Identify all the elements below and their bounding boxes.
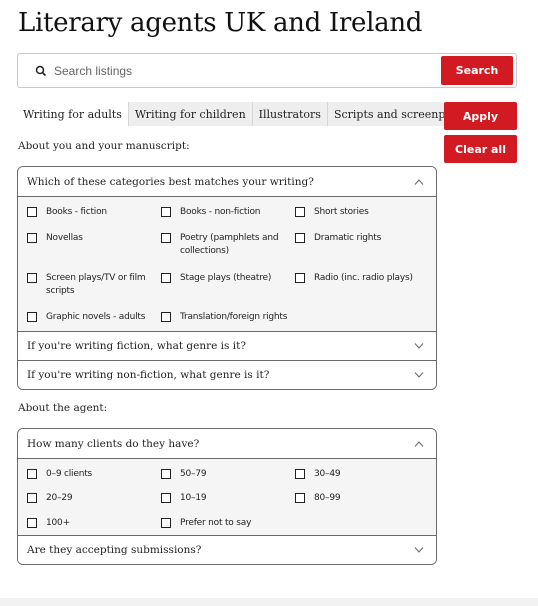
option-label: 20–29	[46, 493, 73, 504]
option-graphic-novels[interactable]: Graphic novels - adults	[27, 311, 161, 331]
option-label: Translation/foreign rights	[180, 311, 288, 322]
option-label: 30–49	[314, 469, 341, 479]
accordion-header-non-fiction-genre[interactable]: If you're writing non-fiction, what genr…	[18, 360, 436, 389]
option-label: Stage plays (theatre)	[180, 272, 272, 283]
section-label-agent: About the agent:	[18, 402, 108, 414]
option-novellas[interactable]: Novellas	[27, 232, 161, 265]
checkbox[interactable]	[161, 469, 171, 479]
option-label: 0–9 clients	[46, 469, 93, 479]
checkbox[interactable]	[295, 272, 305, 283]
checkbox[interactable]	[27, 207, 37, 217]
option-label: Prefer not to say	[180, 517, 252, 528]
footer-strip	[0, 598, 538, 606]
checkbox[interactable]	[161, 311, 171, 322]
chevron-up-icon	[414, 178, 424, 185]
option-label: Screen plays/TV or film scripts	[46, 272, 146, 296]
option-label: Books - non-fiction	[180, 207, 261, 217]
checkbox[interactable]	[27, 311, 37, 322]
option-translation[interactable]: Translation/foreign rights	[161, 311, 295, 331]
option-poetry[interactable]: Poetry (pamphlets and collections)	[161, 232, 295, 265]
option-screen-plays[interactable]: Screen plays/TV or film scripts	[27, 272, 161, 305]
clear-all-button[interactable]: Clear all	[444, 135, 517, 163]
search-icon	[35, 65, 47, 77]
checkbox[interactable]	[295, 493, 305, 504]
tab-writing-for-children[interactable]: Writing for children	[127, 102, 252, 126]
chevron-up-icon	[414, 440, 424, 447]
tab-illustrators[interactable]: Illustrators	[251, 102, 327, 126]
option-label: 10–19	[180, 493, 207, 504]
option-label: Books - fiction	[46, 207, 107, 217]
accordion-title: How many clients do they have?	[27, 437, 200, 450]
option-clients-10-19[interactable]: 10–19	[161, 492, 295, 510]
option-label: 50–79	[180, 469, 207, 479]
chevron-down-icon	[414, 372, 424, 378]
checkbox[interactable]	[295, 469, 305, 479]
checkbox[interactable]	[295, 233, 305, 244]
accordion-title: Are they accepting submissions?	[27, 544, 202, 556]
checkbox[interactable]	[161, 272, 171, 283]
checkbox[interactable]	[27, 493, 37, 504]
option-clients-0-9[interactable]: 0–9 clients	[27, 468, 161, 486]
option-label: Short stories	[314, 207, 369, 217]
option-stage-plays[interactable]: Stage plays (theatre)	[161, 272, 295, 305]
categories-options: Books - fiction Books - non-fiction Shor…	[18, 196, 436, 331]
checkbox[interactable]	[161, 493, 171, 504]
checkbox[interactable]	[27, 233, 37, 244]
chevron-down-icon	[414, 547, 424, 553]
accordion-header-categories[interactable]: Which of these categories best matches y…	[18, 167, 436, 196]
option-dramatic-rights[interactable]: Dramatic rights	[295, 232, 429, 265]
checkbox[interactable]	[27, 272, 37, 283]
accordion-header-accepting-submissions[interactable]: Are they accepting submissions?	[18, 535, 436, 564]
clients-options: 0–9 clients 50–79 30–49 20–29 10–19 80–9…	[18, 458, 436, 535]
accordion-header-clients[interactable]: How many clients do they have?	[18, 429, 436, 458]
option-radio[interactable]: Radio (inc. radio plays)	[295, 272, 429, 305]
checkbox[interactable]	[27, 517, 37, 528]
manuscript-filters: Which of these categories best matches y…	[17, 166, 437, 390]
apply-button[interactable]: Apply	[444, 102, 517, 130]
option-clients-80-99[interactable]: 80–99	[295, 492, 429, 510]
option-clients-100-plus[interactable]: 100+	[27, 517, 161, 535]
section-label-manuscript: About you and your manuscript:	[18, 140, 190, 152]
page-title: Literary agents UK and Ireland	[18, 8, 423, 38]
option-clients-30-49[interactable]: 30–49	[295, 468, 429, 486]
checkbox[interactable]	[27, 469, 37, 479]
accordion-title: If you're writing non-fiction, what genr…	[27, 369, 270, 381]
chevron-down-icon	[414, 343, 424, 349]
option-label: Dramatic rights	[314, 233, 382, 244]
option-books-fiction[interactable]: Books - fiction	[27, 206, 161, 226]
checkbox[interactable]	[161, 517, 171, 528]
accordion-title: Which of these categories best matches y…	[27, 175, 314, 188]
option-clients-20-29[interactable]: 20–29	[27, 492, 161, 510]
option-label: Radio (inc. radio plays)	[314, 272, 413, 283]
search-input[interactable]	[54, 60, 434, 82]
option-label: Poetry (pamphlets and collections)	[180, 233, 279, 257]
search-bar: Search	[17, 53, 517, 88]
option-label: Graphic novels - adults	[46, 311, 146, 322]
accordion-header-fiction-genre[interactable]: If you're writing fiction, what genre is…	[18, 331, 436, 360]
checkbox[interactable]	[295, 207, 305, 217]
agent-filters: How many clients do they have? 0–9 clien…	[17, 428, 437, 565]
option-short-stories[interactable]: Short stories	[295, 206, 429, 226]
option-clients-50-79[interactable]: 50–79	[161, 468, 295, 486]
checkbox[interactable]	[161, 233, 171, 244]
option-label: 80–99	[314, 493, 341, 504]
option-clients-prefer-not-to-say[interactable]: Prefer not to say	[161, 517, 295, 535]
search-button[interactable]: Search	[441, 56, 513, 85]
option-label: 100+	[46, 517, 70, 528]
tab-writing-for-adults[interactable]: Writing for adults	[18, 102, 128, 126]
category-tabs: Writing for adults Writing for children …	[18, 102, 474, 126]
checkbox[interactable]	[161, 207, 171, 217]
accordion-title: If you're writing fiction, what genre is…	[27, 340, 246, 352]
option-label: Novellas	[46, 233, 83, 244]
option-books-non-fiction[interactable]: Books - non-fiction	[161, 206, 295, 226]
